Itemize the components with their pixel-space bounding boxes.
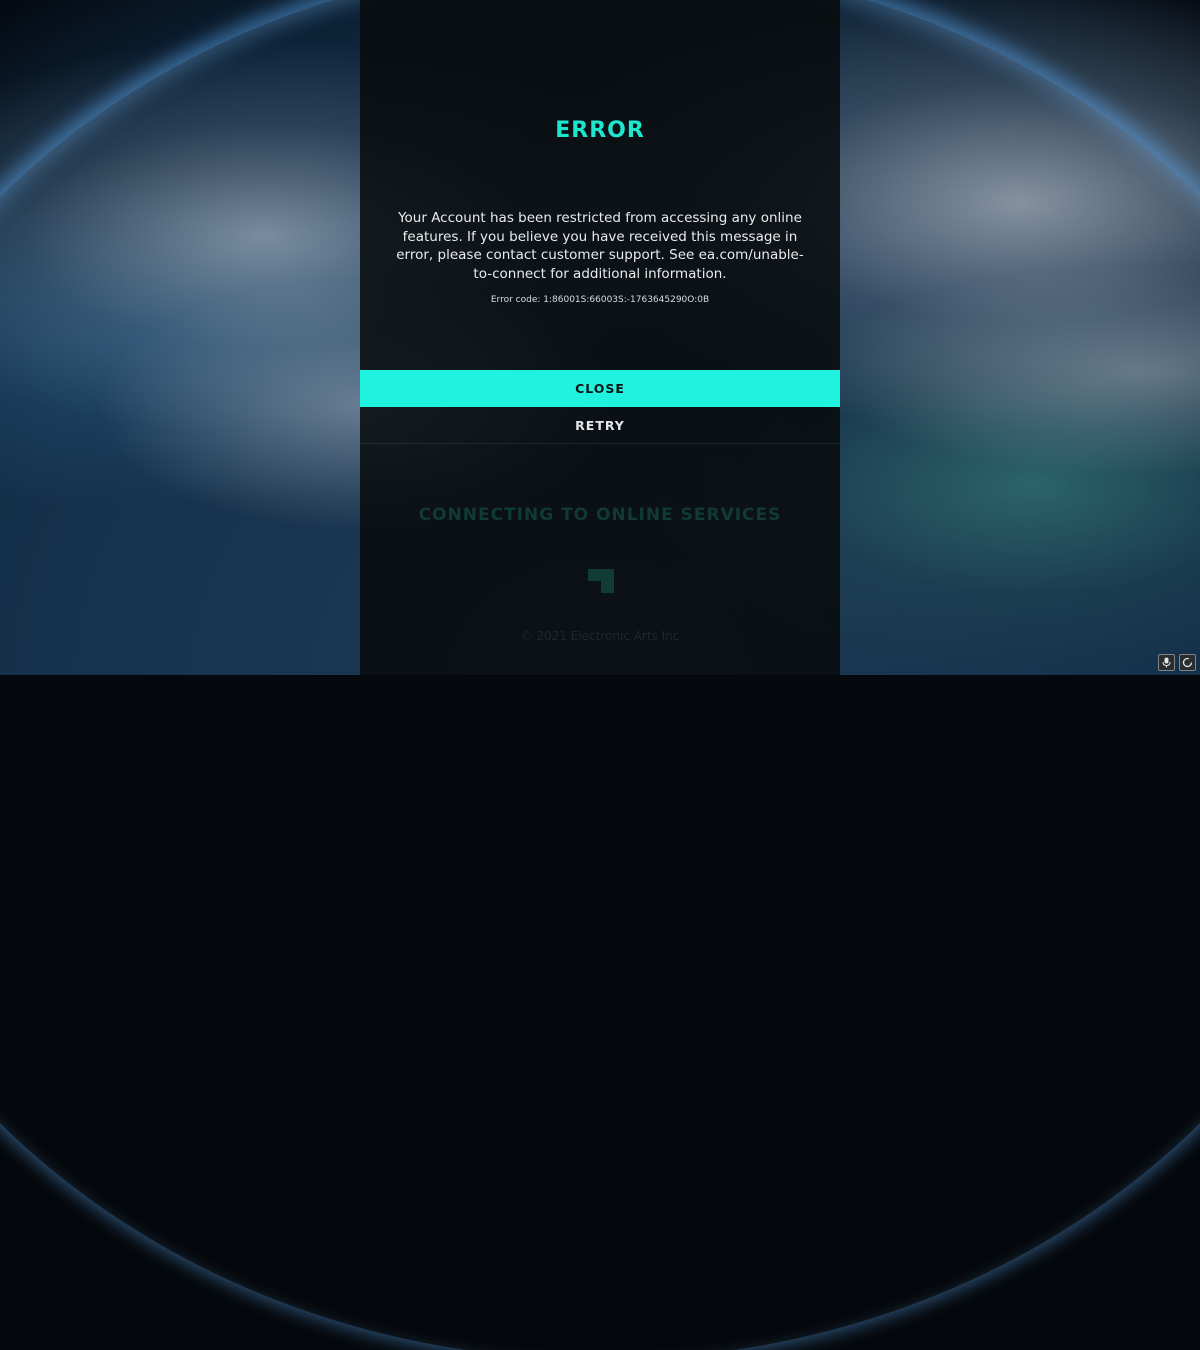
- error-message: Your Account has been restricted from ac…: [396, 210, 804, 282]
- retry-button[interactable]: RETRY: [360, 408, 840, 444]
- close-button[interactable]: CLOSE: [360, 370, 840, 407]
- connecting-status: CONNECTING TO ONLINE SERVICES: [418, 505, 782, 525]
- error-code: Error code: 1:86001S:66003S:-1763645290O…: [490, 295, 710, 305]
- game-logo-icon: [588, 569, 614, 593]
- copyright-text: © 2021 Electronic Arts Inc: [520, 629, 680, 643]
- microphone-icon[interactable]: [1158, 654, 1175, 671]
- loading-circle-icon[interactable]: [1179, 654, 1196, 671]
- dialog-title: ERROR: [555, 118, 645, 143]
